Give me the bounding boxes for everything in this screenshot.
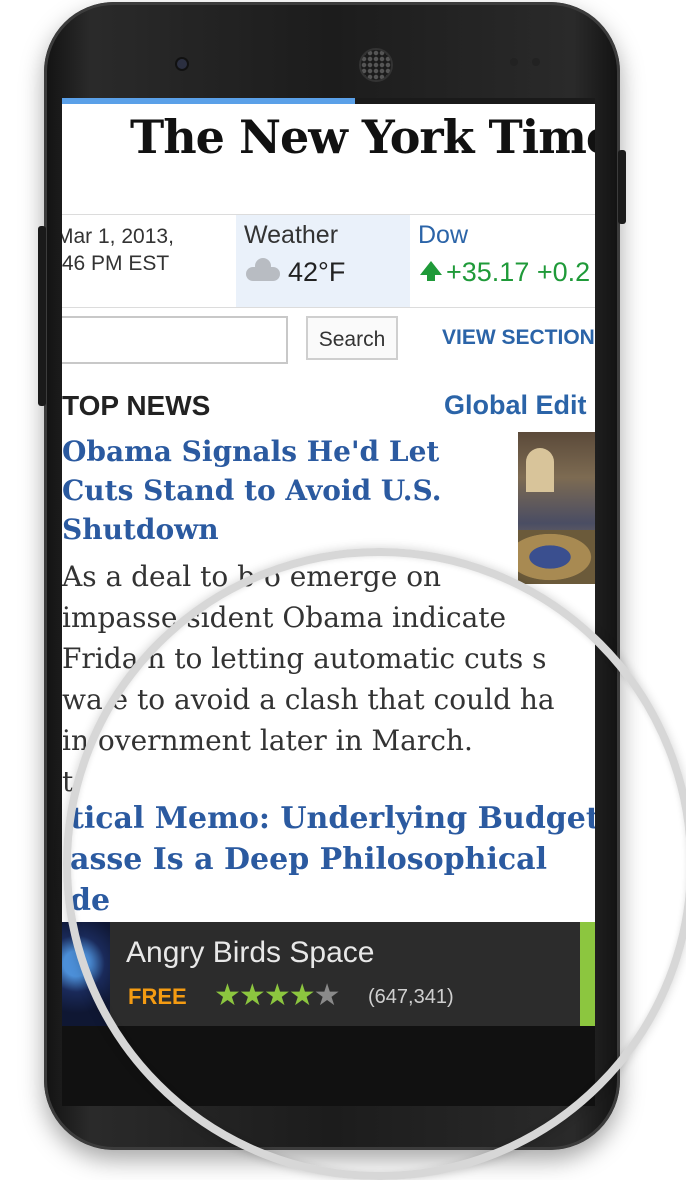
download-button[interactable] — [580, 922, 595, 1026]
page-loading-bar — [62, 98, 595, 104]
star-half-icon: ★ — [288, 979, 316, 1012]
weather-widget[interactable]: Weather 42°F — [236, 215, 410, 307]
star-icon: ★ — [263, 979, 291, 1012]
page-loading-fill — [62, 98, 356, 104]
up-arrow-icon — [420, 261, 442, 281]
cloud-icon — [246, 258, 280, 281]
game-thumbnail — [62, 922, 110, 1026]
dow-widget[interactable]: Dow +35.17 +0.2 — [418, 215, 595, 307]
sensor-icon — [532, 58, 540, 66]
memo-line: asse Is a Deep Philosophical — [70, 842, 547, 877]
rating-stars: ★★★★★ — [214, 978, 341, 1013]
front-camera-icon — [177, 59, 187, 69]
ad-price: FREE — [128, 984, 187, 1009]
browser-screen: The New York Times Mar 1, 2013, :46 PM E… — [62, 98, 595, 1026]
search-input[interactable] — [62, 316, 288, 364]
memo-line: tical Memo: Underlying Budget — [70, 801, 595, 836]
summary-line: t — [62, 765, 74, 798]
dow-label: Dow — [418, 221, 469, 249]
search-row: Search VIEW SECTION — [62, 314, 595, 366]
summary-line: wa e to avoid a clash that could ha — [62, 683, 555, 716]
view-sections-link[interactable]: VIEW SECTION — [442, 326, 595, 350]
masthead-logo[interactable]: The New York Times — [130, 110, 595, 164]
star-icon: ★ — [214, 979, 241, 1012]
speaker-grille-icon — [359, 48, 393, 82]
temperature: 42°F — [288, 257, 346, 287]
search-button[interactable]: Search — [306, 316, 398, 360]
date-time: Mar 1, 2013, :46 PM EST — [62, 223, 232, 277]
summary-line: in overnment later in March. — [62, 724, 473, 757]
star-icon: ★ — [238, 979, 266, 1012]
summary-line: impasse sident Obama indicate — [62, 601, 507, 634]
volume-button — [38, 226, 46, 406]
rating-count: (647,341) — [368, 986, 454, 1008]
summary-line: Frida n to letting automatic cuts s — [62, 642, 547, 675]
memo-headline[interactable]: tical Memo: Underlying Budget asse Is a … — [70, 798, 595, 921]
memo-line: de — [70, 883, 111, 918]
section-title: TOP NEWS — [62, 390, 211, 421]
time-line: :46 PM EST — [62, 252, 170, 275]
star-empty-icon: ★ — [313, 979, 341, 1012]
article-headline[interactable]: Obama Signals He'd Let Cuts Stand to Avo… — [62, 432, 470, 549]
weather-label: Weather — [244, 221, 339, 249]
article-summary: As a deal to b o emerge on impasse siden… — [62, 556, 595, 802]
photo-window-shape — [526, 448, 554, 492]
sensor-icon — [510, 58, 518, 66]
date-line: Mar 1, 2013, — [62, 225, 174, 248]
global-edition-link[interactable]: Global Edit — [444, 390, 587, 421]
ad-title: Angry Birds Space — [126, 936, 375, 969]
ad-banner[interactable]: Angry Birds Space FREE ★★★★★ (647,341) — [62, 922, 595, 1026]
summary-line: As a deal to b o emerge on — [62, 560, 442, 593]
info-bar: Mar 1, 2013, :46 PM EST Weather 42°F Dow… — [62, 214, 595, 308]
power-button — [618, 150, 626, 224]
dow-change: +35.17 +0.2 — [446, 257, 591, 287]
phone-bottom-bezel — [62, 1026, 595, 1106]
